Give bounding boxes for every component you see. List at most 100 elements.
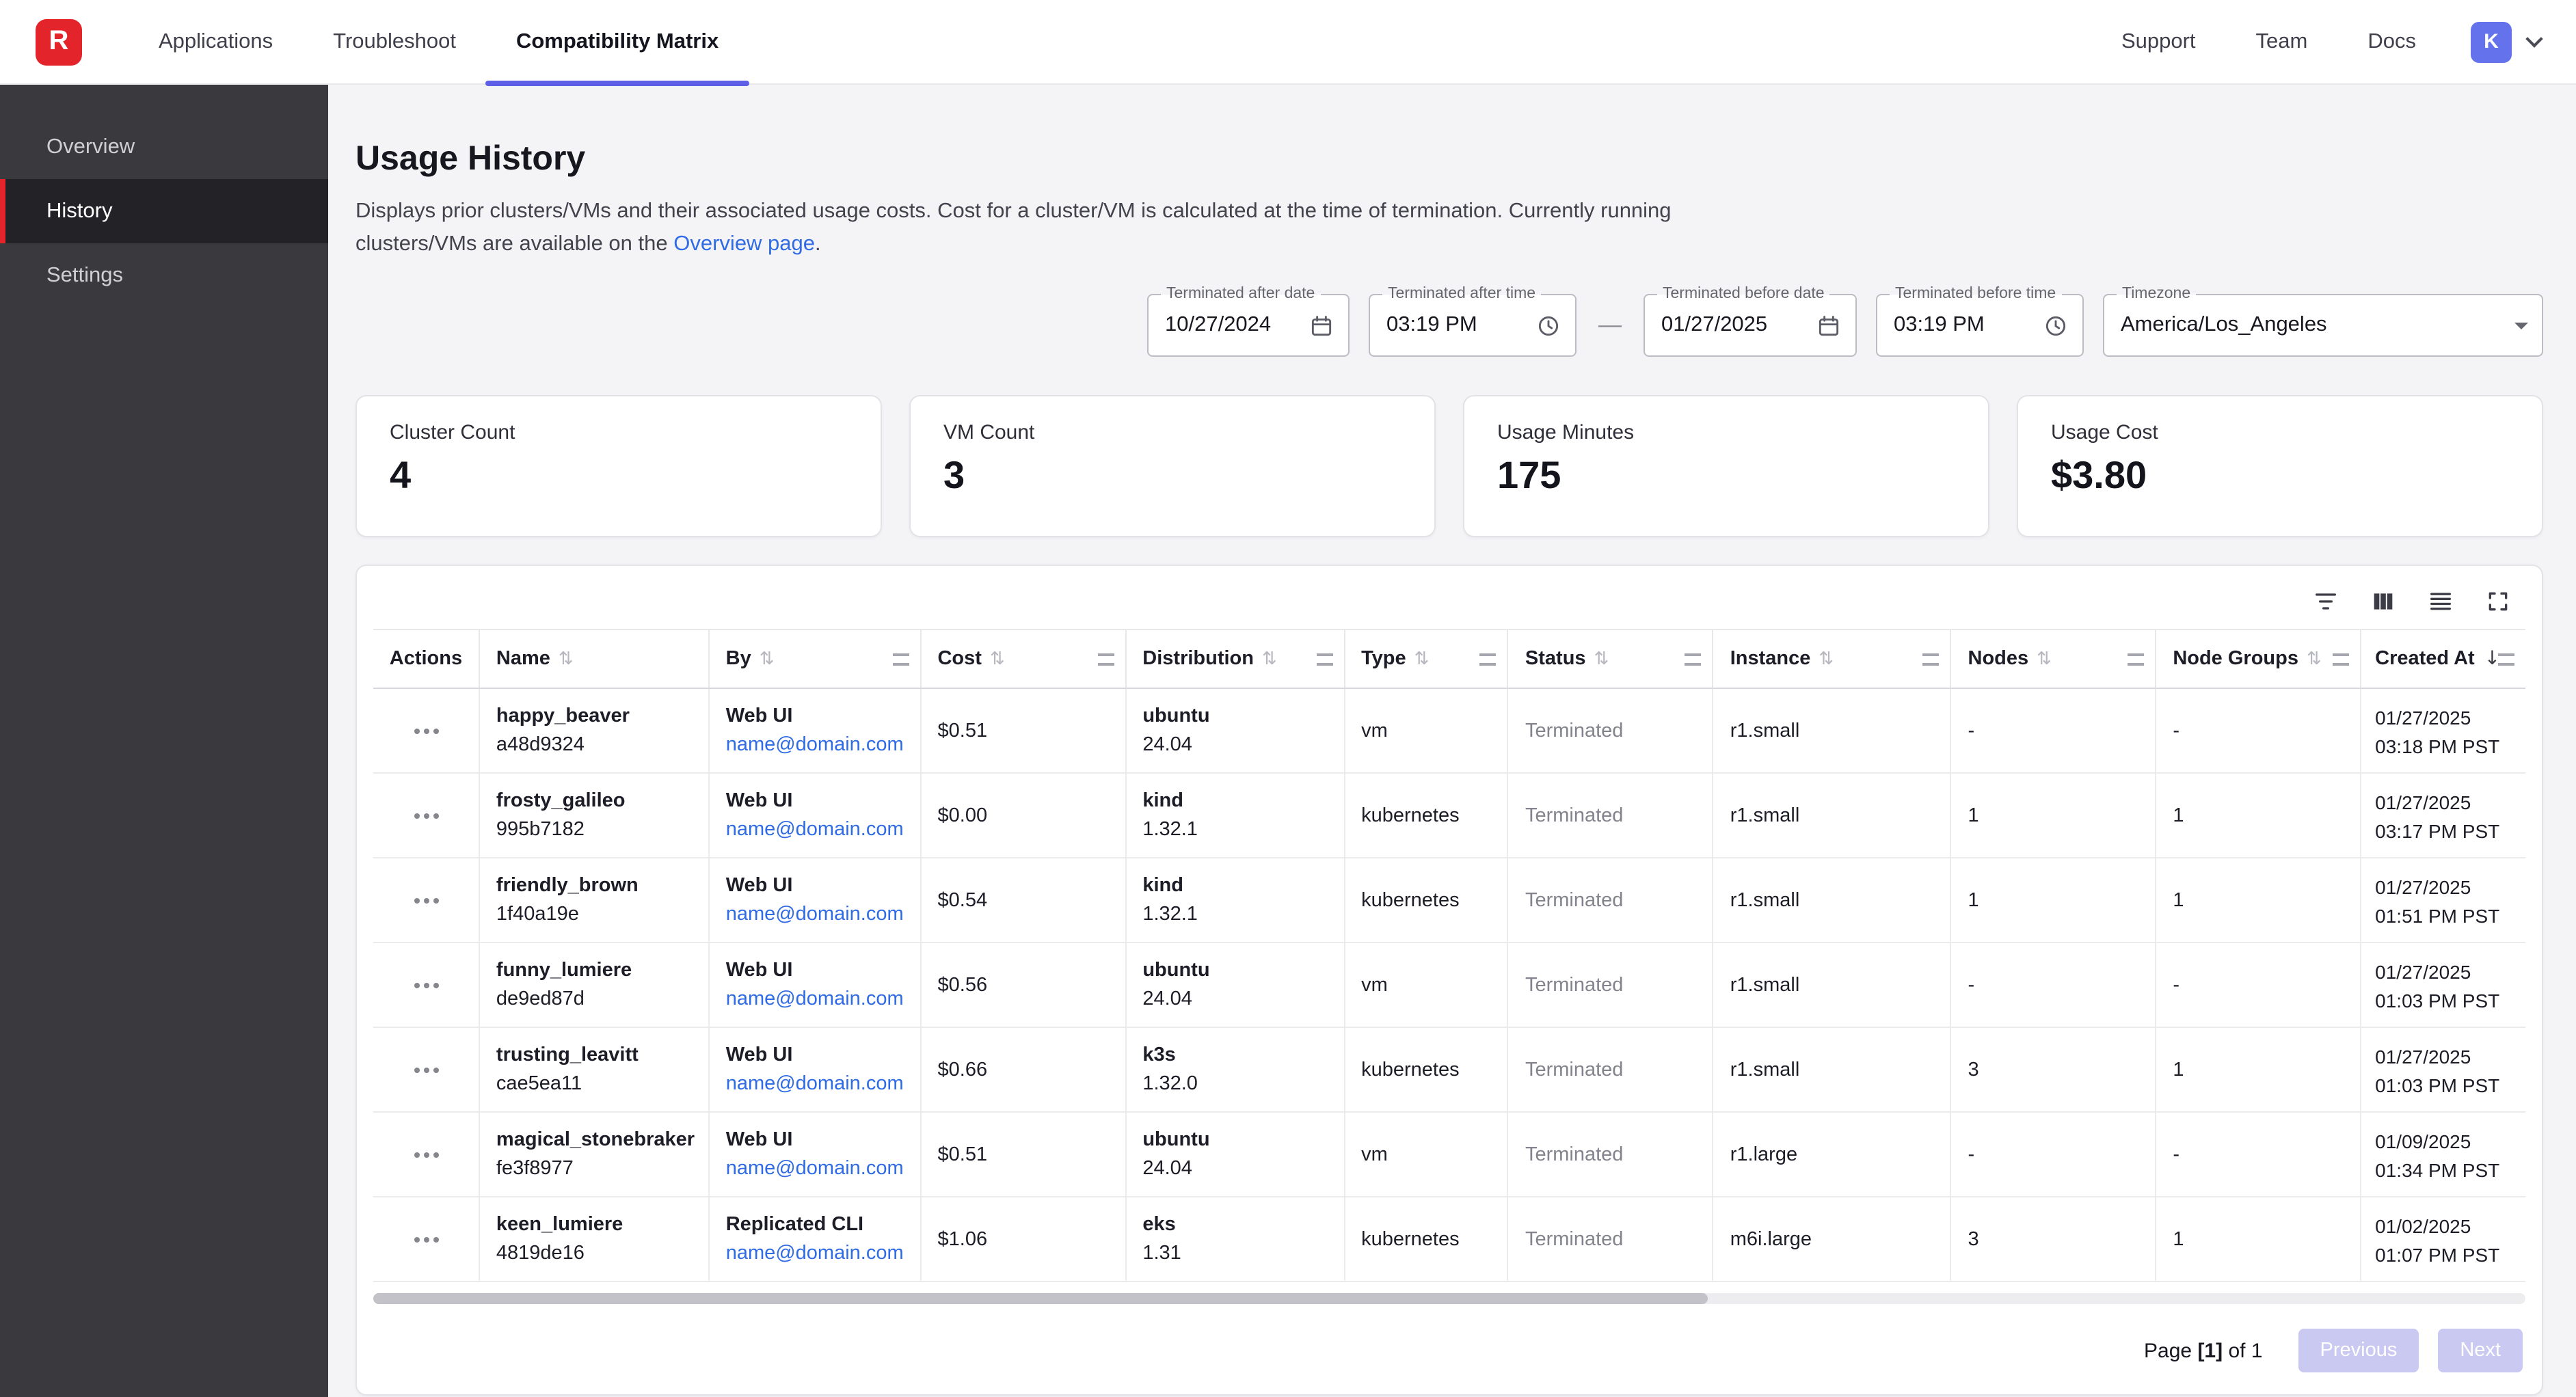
nav-link-team[interactable]: Team [2256, 29, 2308, 54]
nodes-cell: - [1952, 943, 2157, 1027]
filter-icon[interactable] [2312, 588, 2339, 615]
row-more-actions-button[interactable] [414, 1056, 441, 1083]
calendar-icon[interactable] [1816, 312, 1842, 338]
chevron-down-icon[interactable] [2525, 29, 2543, 46]
top-navbar: R Applications Troubleshoot Compatibilit… [0, 0, 2576, 85]
actions-cell [373, 943, 480, 1027]
fullscreen-icon[interactable] [2484, 588, 2512, 615]
column-menu-icon[interactable] [1923, 653, 1940, 665]
row-more-actions-button[interactable] [414, 1225, 441, 1253]
cluster-name: frosty_galileo [496, 787, 695, 815]
sidebar-item-settings[interactable]: Settings [0, 243, 328, 308]
sort-icon: ⇅ [1414, 649, 1430, 669]
nav-link-docs[interactable]: Docs [2367, 29, 2416, 54]
column-header-status[interactable]: Status⇅ [1509, 630, 1714, 688]
column-menu-icon[interactable] [1097, 653, 1114, 665]
distribution-cell: k3s1.32.0 [1126, 1028, 1345, 1111]
description-suffix: . [815, 232, 821, 256]
distribution-name: ubuntu [1142, 957, 1330, 984]
horizontal-scrollbar-thumb[interactable] [373, 1293, 1708, 1304]
overview-page-link[interactable]: Overview page [673, 232, 815, 256]
sort-icon: ⇅ [1262, 649, 1277, 669]
column-menu-icon[interactable] [2128, 653, 2144, 665]
created-by-email-link[interactable]: name@domain.com [726, 1240, 907, 1267]
created-by-email-link[interactable]: name@domain.com [726, 901, 907, 928]
column-header-nodes[interactable]: Nodes⇅ [1952, 630, 2157, 688]
sidebar-item-overview[interactable]: Overview [0, 115, 328, 179]
column-header-cost[interactable]: Cost⇅ [921, 630, 1126, 688]
column-menu-icon[interactable] [1480, 653, 1497, 665]
terminated-after-date-field[interactable]: Terminated after date 10/27/2024 [1147, 294, 1350, 357]
created-by-email-link[interactable]: name@domain.com [726, 816, 907, 843]
name-cell: funny_lumierede9ed87d [480, 943, 710, 1027]
timezone-select[interactable]: Timezone America/Los_Angeles [2103, 294, 2543, 357]
nav-link-support[interactable]: Support [2121, 29, 2196, 54]
column-header-created-at[interactable]: Created At↓ [2361, 630, 2525, 688]
calendar-icon[interactable] [1309, 312, 1334, 338]
column-header-node-groups[interactable]: Node Groups⇅ [2156, 630, 2361, 688]
sort-icon: ⇅ [1819, 649, 1834, 669]
clock-icon[interactable] [2043, 312, 2069, 338]
user-avatar[interactable]: K [2471, 21, 2512, 62]
column-menu-icon[interactable] [1316, 653, 1332, 665]
cost-cell: $0.56 [922, 943, 1127, 1027]
status-badge: Terminated [1525, 974, 1699, 996]
column-menu-icon[interactable] [2333, 653, 2349, 665]
column-menu-icon[interactable] [1685, 653, 1702, 665]
nav-item-compatibility-matrix[interactable]: Compatibility Matrix [486, 0, 749, 84]
status-badge: Terminated [1525, 804, 1699, 826]
sidebar-item-history[interactable]: History [0, 179, 328, 243]
dropdown-caret-icon[interactable] [2514, 322, 2528, 329]
row-more-actions-button[interactable] [414, 717, 441, 744]
actions-cell [373, 1113, 480, 1196]
instance-cell: r1.small [1714, 1028, 1952, 1111]
field-value: America/Los_Angeles [2121, 313, 2327, 338]
status-badge: Terminated [1525, 1059, 1699, 1081]
column-menu-icon[interactable] [892, 653, 909, 665]
created-at-cell: 01/09/202501:34 PM PST [2361, 1113, 2525, 1196]
created-by-email-link[interactable]: name@domain.com [726, 1070, 907, 1098]
cluster-name: magical_stonebraker [496, 1126, 695, 1154]
nodes-cell: 1 [1952, 774, 2157, 857]
column-label: Instance [1730, 648, 1811, 670]
column-header-by[interactable]: By⇅ [710, 630, 922, 688]
column-menu-icon[interactable] [2498, 653, 2514, 665]
columns-icon[interactable] [2370, 588, 2397, 615]
replicated-logo[interactable]: R [36, 18, 82, 65]
sort-icon: ⇅ [559, 649, 574, 669]
column-header-distribution[interactable]: Distribution⇅ [1126, 630, 1345, 688]
column-header-name[interactable]: Name⇅ [480, 630, 710, 688]
previous-page-button[interactable]: Previous [2298, 1329, 2419, 1372]
density-icon[interactable] [2427, 588, 2454, 615]
created-by-email-link[interactable]: name@domain.com [726, 1155, 907, 1182]
distribution-name: kind [1142, 787, 1330, 815]
created-by-email-link[interactable]: name@domain.com [726, 731, 907, 759]
created-time: 01:07 PM PST [2375, 1240, 2512, 1268]
column-header-type[interactable]: Type⇅ [1345, 630, 1509, 688]
row-more-actions-button[interactable] [414, 971, 441, 999]
next-page-button[interactable]: Next [2438, 1329, 2523, 1372]
cluster-id: cae5ea11 [496, 1070, 695, 1098]
created-date: 01/27/2025 [2375, 703, 2512, 731]
row-more-actions-button[interactable] [414, 1141, 441, 1168]
column-header-instance[interactable]: Instance ⇅ [1714, 630, 1952, 688]
status-cell: Terminated [1509, 774, 1714, 857]
terminated-before-time-field[interactable]: Terminated before time 03:19 PM [1876, 294, 2084, 357]
table-row: happy_beavera48d9324 Web UIname@domain.c… [373, 689, 2525, 774]
nav-item-label: Troubleshoot [333, 29, 456, 54]
main-content: Usage History Displays prior clusters/VM… [328, 85, 2576, 1397]
created-by-email-link[interactable]: name@domain.com [726, 986, 907, 1013]
nav-item-troubleshoot[interactable]: Troubleshoot [303, 0, 486, 84]
column-label: Created At [2375, 648, 2475, 670]
row-more-actions-button[interactable] [414, 802, 441, 829]
horizontal-scrollbar-track[interactable] [373, 1293, 2525, 1304]
terminated-before-date-field[interactable]: Terminated before date 01/27/2025 [1643, 294, 1857, 357]
terminated-after-time-field[interactable]: Terminated after time 03:19 PM [1369, 294, 1577, 357]
clock-icon[interactable] [1535, 312, 1561, 338]
row-more-actions-button[interactable] [414, 886, 441, 914]
sort-icon: ⇅ [1594, 649, 1609, 669]
nav-item-applications[interactable]: Applications [129, 0, 303, 84]
column-label: Nodes [1968, 648, 2029, 670]
actions-cell [373, 1197, 480, 1281]
avatar-letter: K [2484, 30, 2499, 53]
